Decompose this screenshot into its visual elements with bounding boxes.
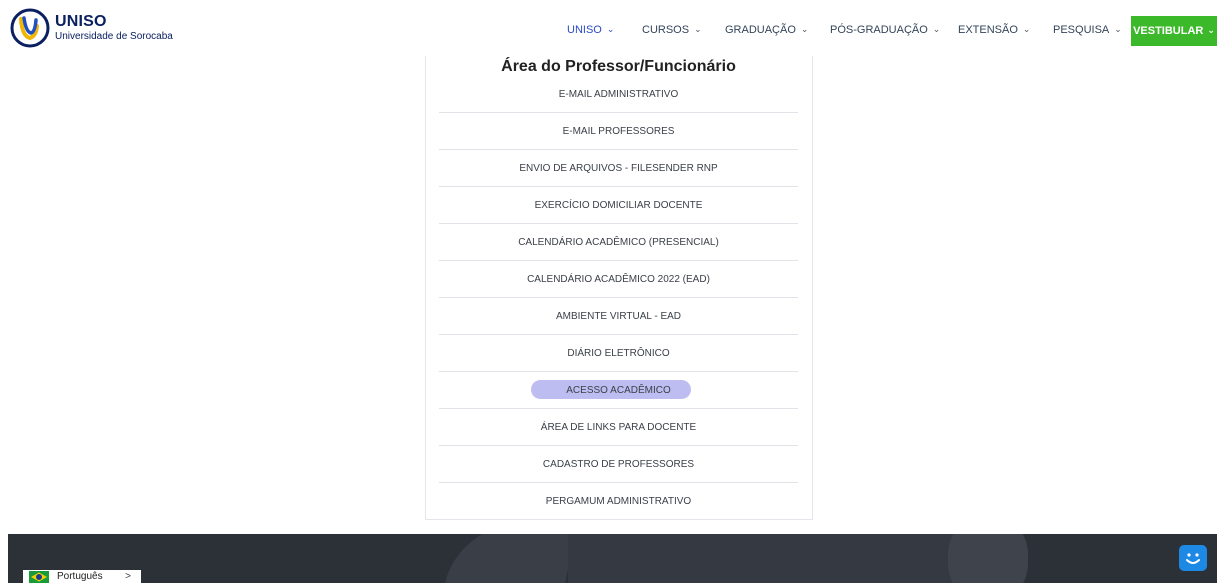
list-item[interactable]: ENVIO DE ARQUIVOS - FILESENDER RNP <box>439 150 798 187</box>
chatbot-button[interactable] <box>1179 545 1207 571</box>
link-label: ÁREA DE LINKS PARA DOCENTE <box>540 421 697 433</box>
list-item[interactable]: E-MAIL ADMINISTRATIVO <box>439 76 798 113</box>
list-item[interactable]: EXERCÍCIO DOMICILIAR DOCENTE <box>439 187 798 224</box>
link-label: E-MAIL ADMINISTRATIVO <box>558 88 679 100</box>
site-header: UNISO Universidade de Sorocaba UNISO ⌄ C… <box>0 0 1217 56</box>
nav-label: EXTENSÃO <box>958 24 1018 36</box>
main-nav: UNISO ⌄ CURSOS ⌄ GRADUAÇÃO ⌄ PÓS-GRADUAÇ… <box>0 0 1217 56</box>
link-list: E-MAIL ADMINISTRATIVO E-MAIL PROFESSORES… <box>439 76 798 520</box>
nav-item-pesquisa[interactable]: PESQUISA ⌄ <box>1053 23 1122 37</box>
nav-label: PÓS-GRADUAÇÃO <box>830 24 928 36</box>
nav-item-vestibular[interactable]: VESTIBULAR ⌄ <box>1131 16 1217 46</box>
chevron-down-icon: ⌄ <box>1207 24 1215 35</box>
chevron-down-icon: ⌄ <box>932 23 941 34</box>
link-label: ENVIO DE ARQUIVOS - FILESENDER RNP <box>519 162 718 174</box>
nav-item-graduacao[interactable]: GRADUAÇÃO ⌄ <box>725 23 809 37</box>
list-item-highlighted[interactable]: ACESSO ACADÊMICO <box>439 372 798 409</box>
link-label: EXERCÍCIO DOMICILIAR DOCENTE <box>534 199 703 211</box>
link-label: CALENDÁRIO ACADÊMICO 2022 (EAD) <box>527 273 710 285</box>
list-item[interactable]: CADASTRO DE PROFESSORES <box>439 446 798 483</box>
nav-label: PESQUISA <box>1053 24 1110 36</box>
list-item[interactable]: E-MAIL PROFESSORES <box>439 113 798 150</box>
chevron-down-icon: ⌄ <box>606 23 615 34</box>
chatbot-icon <box>1186 553 1200 564</box>
nav-label: UNISO <box>567 24 602 36</box>
list-item[interactable]: PERGAMUM ADMINISTRATIVO <box>439 483 798 520</box>
brazil-flag-icon <box>29 570 49 583</box>
nav-label: CURSOS <box>642 24 690 36</box>
footer-decoration <box>568 534 988 583</box>
list-item[interactable]: AMBIENTE VIRTUAL - EAD <box>439 298 798 335</box>
link-label: CADASTRO DE PROFESSORES <box>542 458 695 470</box>
chevron-right-icon: > <box>125 571 131 582</box>
chevron-down-icon: ⌄ <box>800 23 809 34</box>
nav-item-pos-graduacao[interactable]: PÓS-GRADUAÇÃO ⌄ <box>830 23 941 37</box>
nav-label: GRADUAÇÃO <box>725 24 796 36</box>
link-label: DIÁRIO ELETRÔNICO <box>567 347 670 359</box>
link-label: PERGAMUM ADMINISTRATIVO <box>545 496 692 507</box>
footer-decoration <box>438 534 578 583</box>
link-label: E-MAIL PROFESSORES <box>562 125 675 137</box>
list-item[interactable]: DIÁRIO ELETRÔNICO <box>439 335 798 372</box>
link-label: CALENDÁRIO ACADÊMICO (PRESENCIAL) <box>518 236 719 248</box>
nav-label: VESTIBULAR <box>1133 25 1204 37</box>
site-footer <box>8 534 1217 583</box>
chevron-down-icon: ⌄ <box>1022 23 1031 34</box>
link-label: ACESSO ACADÊMICO <box>566 384 671 396</box>
page-title: Área do Professor/Funcionário <box>501 58 736 75</box>
language-label: Português <box>57 571 103 582</box>
list-item[interactable]: CALENDÁRIO ACADÊMICO 2022 (EAD) <box>439 261 798 298</box>
nav-item-extensao[interactable]: EXTENSÃO ⌄ <box>958 23 1031 37</box>
nav-item-uniso[interactable]: UNISO ⌄ <box>567 23 615 37</box>
chevron-down-icon: ⌄ <box>1114 23 1122 34</box>
chevron-down-icon: ⌄ <box>694 23 702 34</box>
list-item[interactable]: CALENDÁRIO ACADÊMICO (PRESENCIAL) <box>439 224 798 261</box>
list-item[interactable]: ÁREA DE LINKS PARA DOCENTE <box>439 409 798 446</box>
link-label: AMBIENTE VIRTUAL - EAD <box>555 310 682 322</box>
language-selector[interactable]: Português > <box>23 570 141 583</box>
footer-decoration <box>948 534 1028 583</box>
nav-item-cursos[interactable]: CURSOS ⌄ <box>642 23 702 37</box>
